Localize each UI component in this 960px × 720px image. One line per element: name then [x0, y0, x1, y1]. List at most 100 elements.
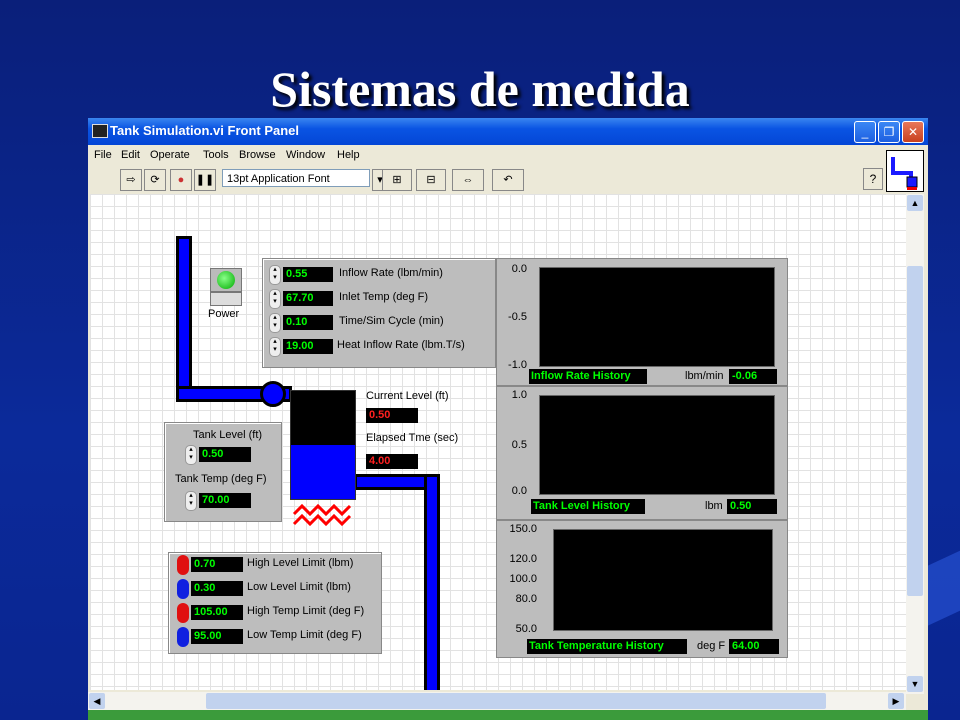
reorder-icon[interactable]: ↶ — [492, 169, 524, 191]
window-title: Tank Simulation.vi Front Panel — [110, 123, 300, 138]
menu-edit[interactable]: Edit — [121, 149, 140, 161]
taskbar-strip — [88, 710, 928, 720]
chart2-legend: Tank Level History — [531, 499, 645, 514]
restore-button[interactable]: ❐ — [878, 121, 900, 143]
minimize-button[interactable]: _ — [854, 121, 876, 143]
low-level-limit-value[interactable]: 0.30 — [191, 581, 243, 596]
inlet-temp-spinner[interactable]: ▴ ▾ — [269, 289, 281, 309]
menu-window[interactable]: Window — [286, 149, 325, 161]
horizontal-scroll-thumb[interactable] — [206, 693, 826, 709]
menu-browse[interactable]: Browse — [239, 149, 276, 161]
menu-file[interactable]: File — [94, 149, 112, 161]
chart1-plot-area — [539, 267, 775, 367]
high-temp-limit-value[interactable]: 105.00 — [191, 605, 243, 620]
tank-temperature-chart: 150.0 120.0 100.0 80.0 50.0 Tank Tempera… — [496, 520, 788, 658]
inflow-rate-label: Inflow Rate (lbm/min) — [339, 267, 443, 279]
heat-inflow-spinner[interactable]: ▴ ▾ — [269, 337, 281, 357]
menu-tools[interactable]: Tools — [203, 149, 229, 161]
title-bar[interactable]: Tank Simulation.vi Front Panel _ ❐ ✕ — [88, 118, 928, 145]
power-label: Power — [208, 308, 240, 320]
scroll-up-arrow-icon[interactable]: ▲ — [907, 195, 923, 211]
inflow-rate-chart: 0.0 -0.5 -1.0 Inflow Rate History lbm/mi… — [496, 258, 788, 386]
elapsed-time-value: 4.00 — [366, 454, 418, 469]
time-cycle-value[interactable]: 0.10 — [283, 315, 333, 330]
chart2-tick-2: 0.0 — [511, 485, 527, 497]
tank-level-label: Tank Level (ft) — [193, 429, 263, 441]
run-continuously-icon[interactable]: ⟳ — [144, 169, 166, 191]
low-temp-limit-label: Low Temp Limit (deg F) — [247, 629, 362, 641]
scroll-left-arrow-icon[interactable]: ◀ — [89, 693, 105, 709]
chart3-tick-0: 150.0 — [509, 523, 537, 535]
chart1-tick-0: 0.0 — [511, 263, 527, 275]
vertical-scrollbar[interactable]: ▲ ▼ — [906, 194, 924, 694]
current-level-label: Current Level (ft) — [366, 390, 449, 402]
low-temp-limit-knob[interactable] — [177, 627, 189, 647]
high-temp-limit-label: High Temp Limit (deg F) — [247, 605, 365, 617]
distribute-objects-icon[interactable]: ⊟ — [416, 169, 446, 191]
chart1-tick-2: -1.0 — [508, 359, 527, 371]
help-button[interactable]: ? — [863, 168, 883, 190]
slide-title: Sistemas de medida — [270, 61, 690, 117]
resize-objects-icon[interactable]: ⇔ — [452, 169, 484, 191]
vi-icon — [886, 150, 924, 192]
vertical-scroll-thumb[interactable] — [907, 266, 923, 596]
tank-temp-spinner[interactable]: ▴ ▾ — [185, 491, 197, 511]
power-switch[interactable] — [210, 268, 242, 292]
chart3-legend: Tank Temperature History — [527, 639, 687, 654]
chart3-tick-3: 80.0 — [515, 593, 537, 605]
align-objects-icon[interactable]: ⊞ — [382, 169, 412, 191]
heat-inflow-label: Heat Inflow Rate (lbm.T/s) — [337, 339, 465, 351]
tank-level-chart: 1.0 0.5 0.0 Tank Level History lbm 0.50 — [496, 386, 788, 520]
inlet-temp-label: Inlet Temp (deg F) — [339, 291, 429, 303]
low-level-limit-knob[interactable] — [177, 579, 189, 599]
inflow-rate-value[interactable]: 0.55 — [283, 267, 333, 282]
tank-level-value[interactable]: 0.50 — [199, 447, 251, 462]
pause-icon[interactable]: ❚❚ — [194, 169, 216, 191]
low-level-limit-label: Low Level Limit (lbm) — [247, 581, 351, 593]
outlet-pipe-vertical — [424, 474, 440, 690]
limits-group: 0.70 High Level Limit (lbm) 0.30 Low Lev… — [168, 552, 382, 654]
valve-icon — [260, 381, 286, 407]
chart2-tick-1: 0.5 — [511, 439, 527, 451]
abort-icon[interactable]: ● — [170, 169, 192, 191]
horizontal-scrollbar[interactable]: ◀ ▶ — [88, 692, 906, 710]
front-panel: Power ▴ ▾ 0.55 Inflow Rate (lbm/min) ▴ ▾ 6… — [90, 194, 906, 690]
high-level-limit-value[interactable]: 0.70 — [191, 557, 243, 572]
time-cycle-spinner[interactable]: ▴ ▾ — [269, 313, 281, 333]
tank-state-group: Tank Level (ft) ▴ ▾ 0.50 Tank Temp (deg F… — [164, 422, 282, 522]
chart3-tick-2: 100.0 — [509, 573, 537, 585]
chart1-tick-1: -0.5 — [508, 311, 527, 323]
toolbar: ⇨ ⟳ ● ❚❚ 13pt Application Font ▾ ⊞ ⊟ ⇔ ↶ — [88, 166, 883, 192]
menu-bar: File Edit Operate Tools Browse Window He… — [88, 147, 883, 165]
chart3-tick-1: 120.0 — [509, 553, 537, 565]
low-temp-limit-value[interactable]: 95.00 — [191, 629, 243, 644]
high-temp-limit-knob[interactable] — [177, 603, 189, 623]
font-select[interactable]: 13pt Application Font — [222, 169, 370, 187]
heat-inflow-value[interactable]: 19.00 — [283, 339, 333, 354]
inlet-temp-value[interactable]: 67.70 — [283, 291, 333, 306]
heater-icon — [292, 503, 352, 527]
close-button[interactable]: ✕ — [902, 121, 924, 143]
current-level-value: 0.50 — [366, 408, 418, 423]
menu-operate[interactable]: Operate — [150, 149, 190, 161]
chart1-legend: Inflow Rate History — [529, 369, 647, 384]
scroll-down-arrow-icon[interactable]: ▼ — [907, 676, 923, 692]
tank-temp-value[interactable]: 70.00 — [199, 493, 251, 508]
inflow-rate-spinner[interactable]: ▴ ▾ — [269, 265, 281, 285]
scroll-right-arrow-icon[interactable]: ▶ — [888, 693, 904, 709]
tank-level-spinner[interactable]: ▴ ▾ — [185, 445, 197, 465]
tank-temp-label: Tank Temp (deg F) — [175, 473, 267, 485]
inlet-pipe-vertical — [176, 236, 192, 394]
elapsed-time-label: Elapsed Tme (sec) — [366, 432, 459, 444]
app-icon — [92, 124, 108, 138]
chart3-readout: 64.00 — [729, 639, 779, 654]
tank — [290, 390, 356, 500]
chart2-readout: 0.50 — [727, 499, 777, 514]
labview-window: Tank Simulation.vi Front Panel _ ❐ ✕ Fil… — [88, 118, 928, 720]
chart2-tick-0: 1.0 — [511, 389, 527, 401]
run-arrow-icon[interactable]: ⇨ — [120, 169, 142, 191]
power-switch-base — [210, 292, 242, 306]
inflow-controls-group: ▴ ▾ 0.55 Inflow Rate (lbm/min) ▴ ▾ 67.70 I… — [262, 258, 496, 368]
menu-help[interactable]: Help — [337, 149, 360, 161]
high-level-limit-knob[interactable] — [177, 555, 189, 575]
